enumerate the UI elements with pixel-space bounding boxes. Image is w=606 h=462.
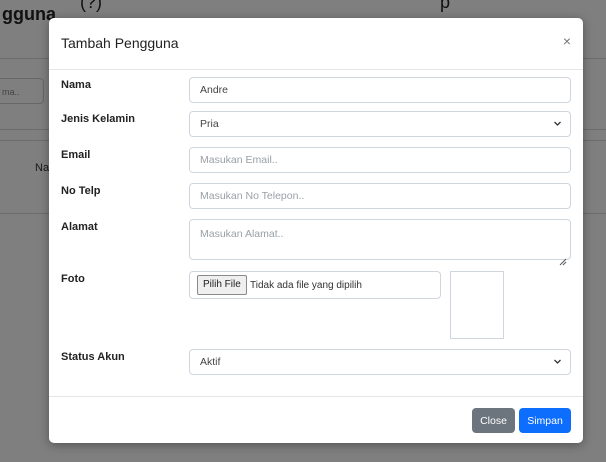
alamat-label: Alamat (61, 221, 98, 233)
choose-file-button[interactable]: Pilih File (197, 275, 247, 295)
foto-file-input[interactable]: Pilih File Tidak ada file yang dipilih (189, 271, 441, 299)
close-icon[interactable]: × (563, 33, 571, 49)
alamat-textarea[interactable]: Masukan Alamat.. (189, 219, 571, 266)
jenis-kelamin-select[interactable]: Pria (189, 111, 571, 137)
modal-header: Tambah Pengguna × (49, 18, 583, 70)
add-user-modal: Tambah Pengguna × Nama Andre Jenis Kelam… (49, 18, 583, 443)
chevron-down-icon (553, 350, 562, 383)
status-akun-select[interactable]: Aktif (189, 349, 571, 375)
chevron-down-icon (553, 112, 562, 145)
no-telp-label: No Telp (61, 185, 101, 197)
jenis-kelamin-selected: Pria (200, 118, 219, 130)
modal-footer: Close Simpan (49, 396, 583, 443)
nama-label: Nama (61, 79, 91, 91)
resize-handle-icon[interactable] (559, 249, 567, 266)
modal-title: Tambah Pengguna (61, 35, 179, 51)
foto-preview (450, 271, 504, 339)
foto-label: Foto (61, 273, 85, 285)
status-akun-selected: Aktif (200, 356, 221, 368)
email-input[interactable]: Masukan Email.. (189, 147, 571, 173)
close-button[interactable]: Close (472, 408, 515, 433)
status-akun-label: Status Akun (61, 351, 125, 363)
file-status-text: Tidak ada file yang dipilih (250, 280, 362, 291)
save-button[interactable]: Simpan (519, 408, 571, 433)
nama-input[interactable]: Andre (189, 77, 571, 103)
no-telp-input[interactable]: Masukan No Telepon.. (189, 183, 571, 209)
alamat-placeholder: Masukan Alamat.. (200, 228, 284, 240)
jenis-kelamin-label: Jenis Kelamin (61, 113, 135, 125)
email-label: Email (61, 149, 91, 161)
